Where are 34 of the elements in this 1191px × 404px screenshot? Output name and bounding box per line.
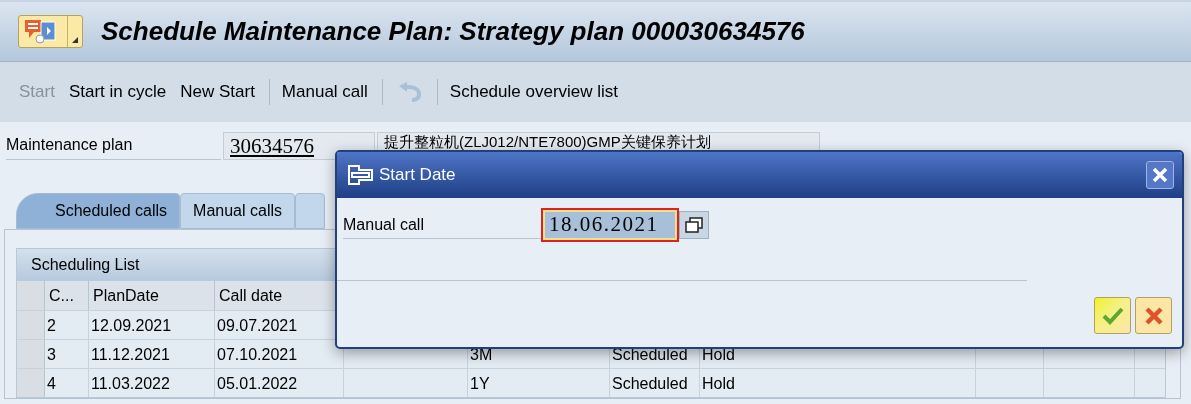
cancel-button[interactable]	[1135, 297, 1172, 334]
plan-number-field[interactable]: 30634576	[223, 132, 375, 160]
select-all-cell[interactable]	[17, 281, 45, 310]
row-selector[interactable]	[17, 369, 45, 397]
table-cell: Hold	[700, 369, 976, 397]
dialog-title: Start Date	[379, 164, 456, 187]
table-cell: 11.03.2022	[89, 369, 215, 397]
table-cell: 05.01.2022	[215, 369, 344, 397]
value-help-button[interactable]	[679, 211, 709, 239]
window-title: Schedule Maintenance Plan: Strategy plan 000030634576	[101, 15, 805, 48]
menu-icon	[23, 17, 59, 46]
toolbar-button[interactable]: Start in cycle	[68, 79, 167, 105]
confirm-button[interactable]	[1094, 297, 1131, 334]
copy-icon	[685, 217, 703, 233]
table-cell: 1Y	[468, 369, 610, 397]
date-input-field[interactable]: 18.06.2021	[543, 210, 677, 240]
toolbar-button[interactable]: New Start	[180, 79, 255, 105]
close-icon	[1152, 167, 1168, 183]
row-selector[interactable]	[17, 311, 45, 339]
dialog-icon	[347, 164, 373, 186]
tab[interactable]	[295, 193, 325, 229]
toolbar-button[interactable]: Schedule overview list	[449, 79, 619, 105]
close-button[interactable]	[1146, 161, 1174, 189]
cancel-icon	[1143, 305, 1164, 326]
toolbar-button[interactable]: Manual call	[281, 79, 368, 105]
row-selector[interactable]	[17, 340, 45, 368]
checkmark-icon	[1101, 306, 1124, 325]
table-cell: Scheduled	[610, 369, 700, 397]
table-cell: 4	[45, 369, 89, 397]
dropdown-corner-icon	[72, 37, 78, 43]
tab[interactable]: Scheduled calls	[16, 193, 181, 229]
tab[interactable]: Manual calls	[180, 193, 295, 229]
system-menu-button[interactable]	[18, 15, 83, 48]
field-label: Maintenance plan	[6, 132, 221, 160]
